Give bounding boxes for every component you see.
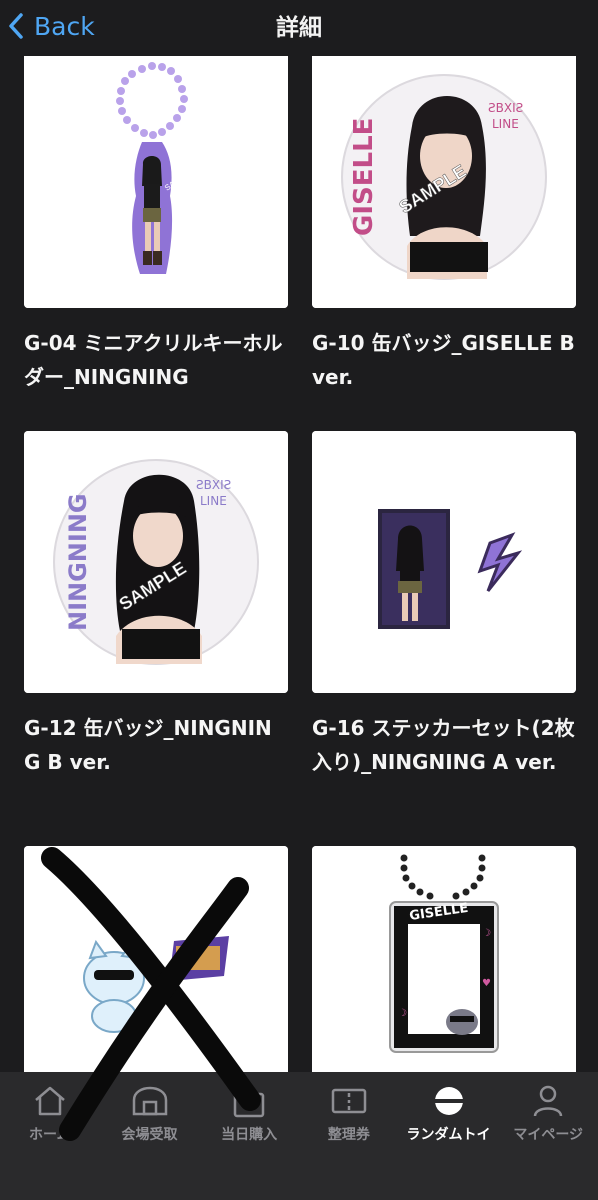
tab-label: 会場受取 — [121, 1127, 178, 1143]
product-image-sticker-set — [312, 431, 576, 693]
svg-text:LINE: LINE — [492, 117, 519, 131]
person-icon — [528, 1084, 568, 1124]
capsule-icon — [429, 1084, 469, 1124]
tab-label: 当日購入 — [221, 1127, 278, 1143]
tab-pickup[interactable]: 会場受取 — [100, 1072, 200, 1200]
tab-label: マイページ — [513, 1127, 584, 1143]
tab-my-page[interactable]: マイページ — [498, 1072, 598, 1200]
svg-text:♥: ♥ — [482, 978, 491, 989]
product-card[interactable]: GISELLE ☽ ♥ ☽ — [312, 846, 576, 1076]
tab-label: 整理券 — [327, 1127, 370, 1143]
product-card[interactable] — [24, 846, 288, 1076]
svg-text:☽: ☽ — [398, 1008, 407, 1019]
product-card[interactable]: SAMPLE G-04 ミニアクリルキーホルダー_NINGNING — [24, 56, 288, 394]
product-card[interactable]: G-16 ステッカーセット(2枚入り)_NINGNING A ver. — [312, 431, 576, 779]
badge-name-text: NINGNING — [64, 493, 92, 631]
product-image-acrylic-frame: GISELLE ☽ ♥ ☽ — [312, 846, 576, 1076]
svg-text:ƧBXIƧ: ƧBXIƧ — [196, 478, 231, 492]
product-image-character — [24, 846, 288, 1076]
page-title: 詳細 — [276, 15, 322, 41]
product-card[interactable]: GISELLE ƧBXIƧ LINE SAMPLE G-10 缶バッジ_GISE… — [312, 56, 576, 394]
product-image-keyholder: SAMPLE — [24, 56, 288, 308]
product-card[interactable]: NINGNING ƧBXIƧ LINE SAMPLE G-12 缶バッジ_NIN… — [24, 431, 288, 779]
badge-name-text: GISELLE — [349, 118, 379, 236]
tab-home[interactable]: ホーム — [0, 1072, 100, 1200]
svg-text:LINE: LINE — [200, 494, 227, 508]
tab-random-toy[interactable]: ランダムトイ — [399, 1072, 499, 1200]
product-caption: G-10 缶バッジ_GISELLE B ver. — [312, 331, 575, 389]
product-grid: SAMPLE G-04 ミニアクリルキーホルダー_NINGNING GISELL… — [0, 56, 598, 1076]
home-icon — [30, 1084, 70, 1124]
svg-text:ƧBXIƧ: ƧBXIƧ — [488, 101, 523, 115]
pickup-icon — [130, 1084, 170, 1124]
product-caption: G-04 ミニアクリルキーホルダー_NINGNING — [24, 331, 283, 389]
tab-bar: ホーム 会場受取 当日購入 整理券 ランダムトイ マイページ — [0, 1072, 598, 1200]
product-caption: G-12 缶バッジ_NINGNING B ver. — [24, 716, 272, 774]
product-caption: G-16 ステッカーセット(2枚入り)_NINGNING A ver. — [312, 716, 575, 774]
tab-numbered-ticket[interactable]: 整理券 — [299, 1072, 399, 1200]
ticket-icon — [329, 1084, 369, 1124]
screen: Back 詳細 SAMPLE G-04 ミニアクリルキーホルダー_NINGNIN… — [0, 0, 598, 1200]
tab-same-day-purchase[interactable]: 当日購入 — [199, 1072, 299, 1200]
bag-icon — [229, 1084, 269, 1124]
product-image-badge: NINGNING ƧBXIƧ LINE SAMPLE — [24, 431, 288, 693]
svg-text:☽: ☽ — [482, 928, 491, 939]
tab-label: ランダムトイ — [406, 1127, 491, 1143]
tab-label: ホーム — [29, 1127, 71, 1143]
product-image-badge: GISELLE ƧBXIƧ LINE SAMPLE — [312, 56, 576, 308]
nav-bar: Back 詳細 — [0, 0, 598, 56]
